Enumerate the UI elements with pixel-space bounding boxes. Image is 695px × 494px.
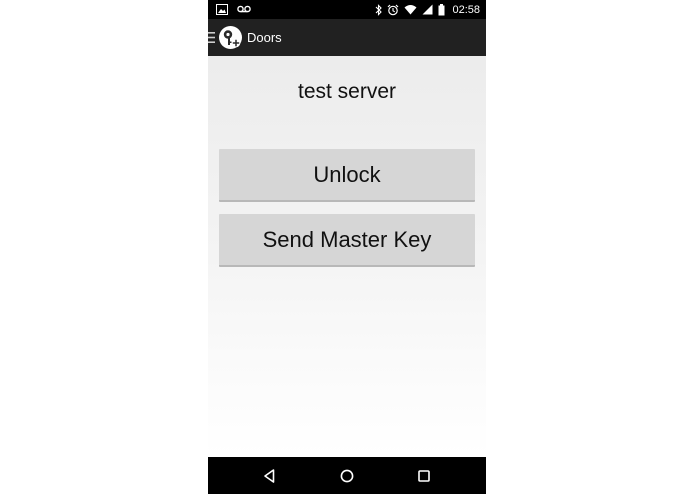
phone-screen: 02:58 Doors test server Unlock Send Mast… <box>208 0 486 494</box>
recents-icon[interactable] <box>415 467 433 485</box>
home-icon[interactable] <box>338 467 356 485</box>
status-time: 02:58 <box>452 3 480 16</box>
send-master-key-button[interactable]: Send Master Key <box>219 214 475 267</box>
status-bar-notifications <box>216 3 251 17</box>
key-add-logo-icon[interactable] <box>219 26 242 49</box>
status-bar-system: 02:58 <box>375 2 480 17</box>
action-bar: Doors <box>208 19 486 56</box>
server-name: test server <box>297 80 397 103</box>
status-bar: 02:58 <box>208 0 486 19</box>
bluetooth-icon <box>375 3 383 16</box>
navigation-bar <box>208 457 486 494</box>
app-title: Doors <box>247 30 282 45</box>
drawer-icon[interactable] <box>208 31 215 44</box>
voicemail-icon <box>237 3 251 15</box>
battery-icon <box>438 3 445 16</box>
unlock-button[interactable]: Unlock <box>219 149 475 202</box>
back-icon[interactable] <box>261 467 279 485</box>
wifi-icon <box>404 4 417 16</box>
alarm-icon <box>387 3 399 15</box>
image-notification-icon <box>216 3 231 15</box>
main-content: test server Unlock Send Master Key <box>208 56 486 457</box>
signal-icon <box>422 4 433 16</box>
